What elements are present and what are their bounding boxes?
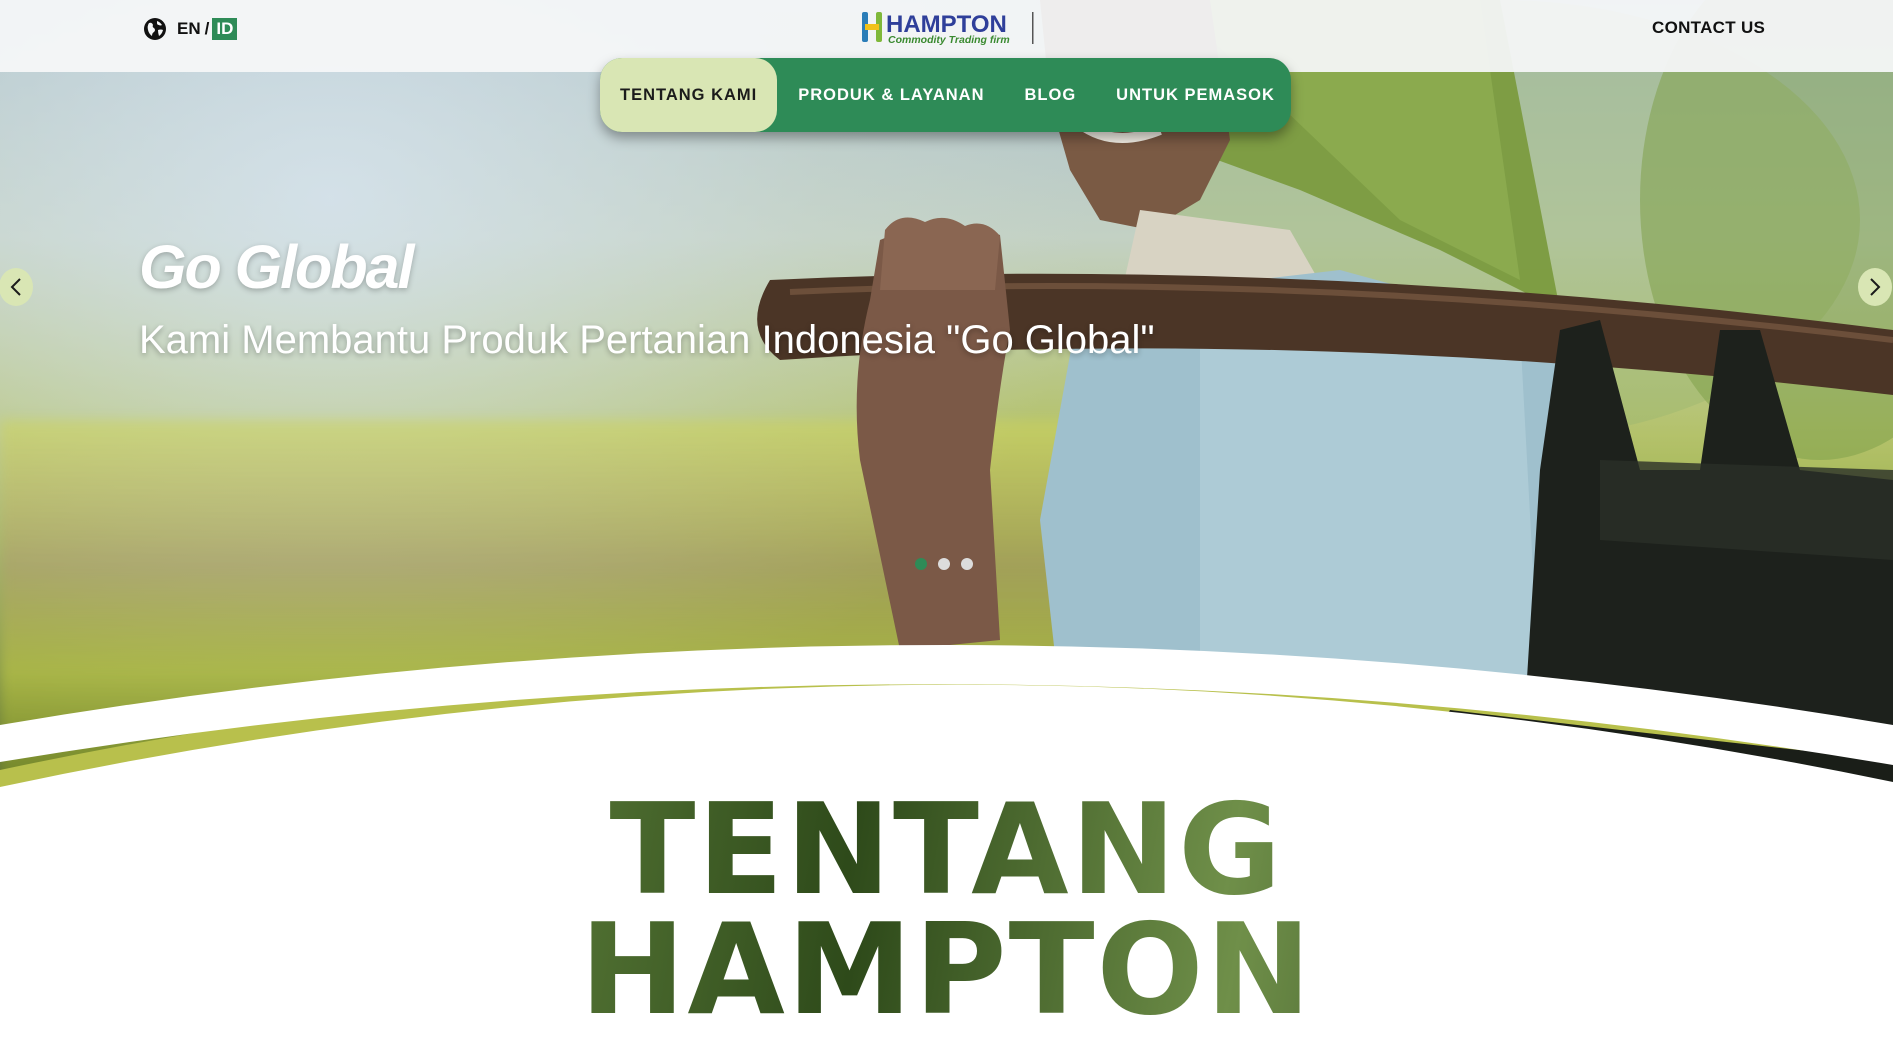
about-section-heading: TENTANG HAMPTON <box>0 787 1893 1033</box>
lang-option-en[interactable]: EN <box>177 19 201 39</box>
hero-title: Go Global <box>139 233 414 301</box>
nav-item-blog[interactable]: BLOG <box>1025 86 1077 105</box>
chevron-left-icon <box>10 278 21 296</box>
hero-subtitle: Kami Membantu Produk Pertanian Indonesia… <box>139 318 1155 362</box>
nav-item-untuk-pemasok[interactable]: UNTUK PEMASOK <box>1116 86 1275 105</box>
carousel-dot-3[interactable] <box>961 558 973 570</box>
language-switcher[interactable]: EN / ID <box>143 16 238 42</box>
carousel-indicators <box>915 558 973 570</box>
carousel-prev-button[interactable] <box>0 268 33 306</box>
about-title-line2: HAMPTON <box>0 907 1893 1033</box>
carousel-dot-2[interactable] <box>938 558 950 570</box>
lang-separator: / <box>204 19 210 38</box>
chevron-right-icon <box>1870 278 1881 296</box>
nav-item-tentang-kami[interactable]: TENTANG KAMI <box>600 58 778 132</box>
carousel-next-button[interactable] <box>1858 268 1892 306</box>
contact-us-link[interactable]: CONTACT US <box>1652 18 1765 38</box>
svg-text:Commodity Trading firm: Commodity Trading firm <box>888 34 1010 46</box>
globe-icon <box>144 18 166 40</box>
lang-option-id[interactable]: ID <box>212 18 238 40</box>
hero-wave-divider <box>0 645 1893 800</box>
main-navigation: TENTANG KAMI PRODUK & LAYANAN BLOG UNTUK… <box>600 58 1291 132</box>
hampton-logo[interactable]: HAMPTON Commodity Trading firm <box>862 8 1034 48</box>
carousel-dot-1[interactable] <box>915 558 927 570</box>
about-title-line1: TENTANG <box>0 787 1893 913</box>
nav-item-produk-layanan[interactable]: PRODUK & LAYANAN <box>798 86 984 105</box>
